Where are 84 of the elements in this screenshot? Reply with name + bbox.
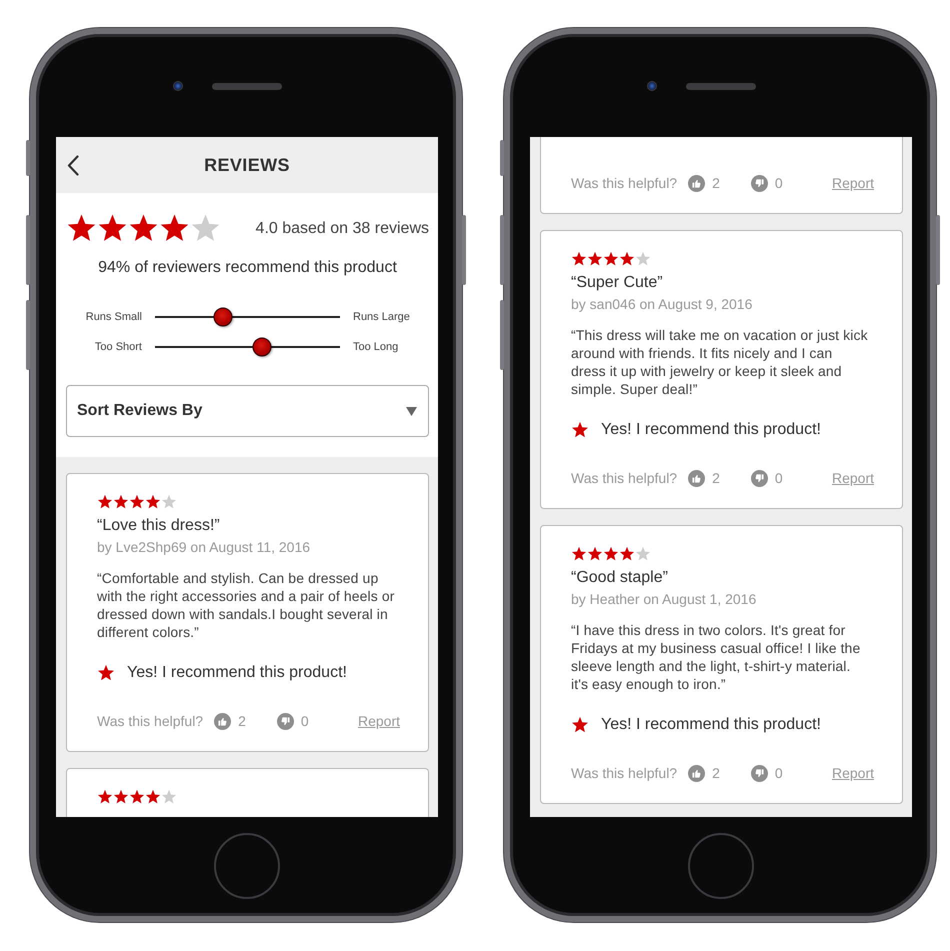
back-button[interactable] <box>67 154 79 176</box>
downvote-button[interactable]: 0 <box>276 712 309 730</box>
slider-label: Runs Large <box>353 311 411 323</box>
review-text: “I have this dress in two colors. It's great for Fridays at my business casual office! I like the sleeve length and the light, t-shirt-y material. it's easy enough to iron.” <box>571 621 862 693</box>
home-button[interactable] <box>688 833 754 899</box>
slider-label: Too Short <box>94 341 142 353</box>
star-icon <box>587 546 603 562</box>
side-button[interactable] <box>500 300 504 370</box>
side-button[interactable] <box>26 300 30 370</box>
thumbs-up-icon <box>688 470 706 486</box>
review-title: “Good staple” <box>571 568 669 588</box>
review-byline: by Lve2Shp69 on August 11, 2016 <box>97 538 312 556</box>
home-button[interactable] <box>214 833 280 899</box>
star-icon <box>571 546 587 562</box>
helpful-label: Was this helpful? <box>571 765 678 781</box>
helpful-label: Was this helpful? <box>571 175 678 191</box>
star-icon <box>635 251 651 267</box>
thumbs-up-icon <box>214 712 232 730</box>
downvote-button[interactable]: 0 <box>750 470 783 486</box>
star-icon <box>145 789 161 805</box>
star-icon <box>113 494 129 510</box>
camera-lens-icon <box>647 81 657 91</box>
downvote-button[interactable]: 0 <box>750 174 783 192</box>
review-text: “This dress will take me on vacation or just kick around with friends. It fits nicely and I can dress it up with jewelry or keep it sleek and simple. Super deal!” <box>571 326 869 398</box>
slider-label: Runs Small <box>84 311 142 323</box>
review-byline: by san046 on August 9, 2016 <box>571 295 754 313</box>
recommendation-text: Yes! I recommend this product! <box>601 421 821 439</box>
report-link[interactable]: Report <box>832 470 874 486</box>
star-icon <box>571 716 589 734</box>
star-icon <box>97 664 115 682</box>
side-button[interactable] <box>26 140 30 176</box>
sort-dropdown[interactable]: Sort Reviews By <box>66 385 429 437</box>
thumbs-down-icon <box>750 764 768 782</box>
star-icon <box>97 789 113 805</box>
thumbs-down-icon <box>276 712 294 730</box>
speaker-slot-icon <box>212 82 282 90</box>
page-title: REVIEWS <box>204 154 290 176</box>
camera-lens-icon <box>173 81 183 91</box>
side-button[interactable] <box>462 215 466 285</box>
thumbs-down-icon <box>750 470 768 486</box>
recommend-percentage-text: 94% of reviewers recommend this product <box>97 258 398 278</box>
upvote-button[interactable]: 2 <box>688 174 720 192</box>
side-button[interactable] <box>26 215 30 285</box>
review-title: “Love this dress!” <box>97 516 221 536</box>
upvote-button[interactable]: 2 <box>214 712 246 730</box>
side-button[interactable] <box>500 215 504 285</box>
helpful-label: Was this helpful? <box>571 470 678 486</box>
speaker-slot-icon <box>686 82 756 90</box>
report-link[interactable]: Report <box>358 713 400 729</box>
side-button[interactable] <box>500 140 504 176</box>
star-icon <box>129 789 145 805</box>
upvote-button[interactable]: 2 <box>688 470 720 486</box>
star-icon <box>587 251 603 267</box>
star-icon <box>603 546 619 562</box>
upvote-button[interactable]: 2 <box>688 764 720 782</box>
rating-summary-text: 4.0 based on 38 reviews <box>256 220 429 238</box>
star-icon <box>619 546 635 562</box>
recommendation-text: Yes! I recommend this product! <box>127 664 347 682</box>
back-icon <box>67 154 79 176</box>
recommendation-text: Yes! I recommend this product! <box>601 716 821 734</box>
helpful-label: Was this helpful? <box>97 713 204 729</box>
downvote-button[interactable]: 0 <box>750 764 783 782</box>
star-icon <box>571 251 587 267</box>
slider-label: Too Long <box>353 341 400 353</box>
star-icon <box>113 789 129 805</box>
review-text: “Comfortable and stylish. Can be dressed up with the right accessories and a pair of heels or dressed down with sandals.I bought several in different colors.” <box>97 569 396 641</box>
star-icon <box>97 494 113 510</box>
star-icon <box>571 421 589 439</box>
review-title: “Super Cute” <box>571 273 664 293</box>
caret-icon <box>406 406 417 416</box>
star-icon <box>603 251 619 267</box>
star-icon <box>619 251 635 267</box>
side-button[interactable] <box>936 215 940 285</box>
report-link[interactable]: Report <box>832 765 874 781</box>
thumbs-up-icon <box>688 174 706 192</box>
star-icon <box>129 494 145 510</box>
star-icon <box>161 494 177 510</box>
star-icon <box>635 546 651 562</box>
star-icon <box>145 494 161 510</box>
thumbs-down-icon <box>750 174 768 192</box>
review-byline: by Heather on August 1, 2016 <box>571 590 758 608</box>
report-link[interactable]: Report <box>832 175 874 191</box>
star-icon <box>161 789 177 805</box>
thumbs-up-icon <box>688 764 706 782</box>
